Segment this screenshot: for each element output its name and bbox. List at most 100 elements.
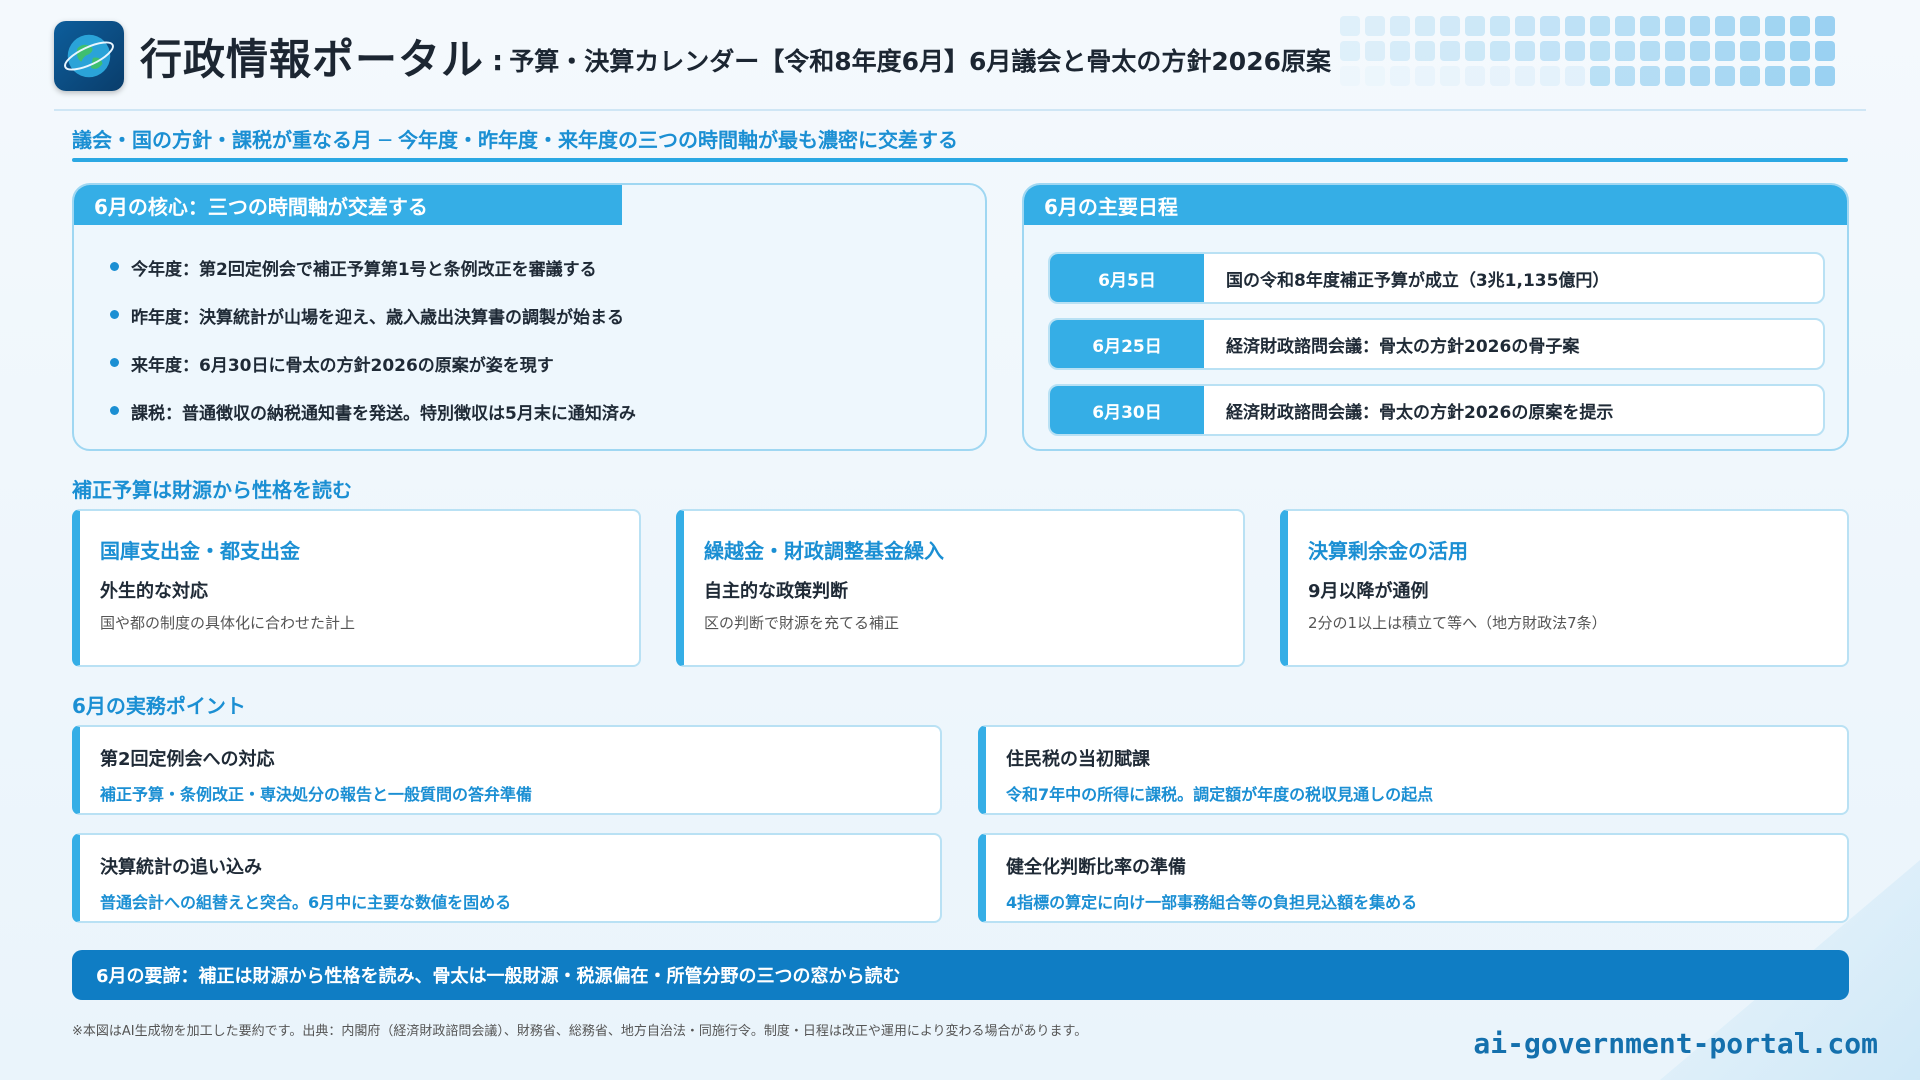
decorative-tile [1365, 66, 1385, 86]
card-note: 国や都の制度の具体化に合わせた計上 [100, 614, 356, 632]
page-title: 行政情報ポータル [140, 34, 485, 84]
decorative-tile [1490, 66, 1510, 86]
decorative-tile [1690, 41, 1710, 61]
card-title: 決算統計の追い込み [100, 857, 262, 878]
card-note: 区の判断で財源を充てる補正 [704, 614, 900, 632]
decorative-tile [1790, 16, 1810, 36]
card-note: 普通会計への組替えと突合。6月中に主要な数値を固める [100, 893, 512, 912]
decorative-tile [1340, 16, 1360, 36]
schedule-row: 6月5日 国の令和8年度補正予算が成立（3兆1,135億円） [1048, 252, 1825, 304]
decorative-tile [1690, 66, 1710, 86]
decorative-tile [1615, 16, 1635, 36]
decorative-tile [1415, 41, 1435, 61]
decorative-tile [1565, 41, 1585, 61]
decorative-tile [1390, 16, 1410, 36]
decorative-tile [1815, 16, 1835, 36]
bullet-icon [110, 310, 119, 319]
card-subtitle: 9月以降が通例 [1308, 581, 1429, 602]
card-title: 決算剰余金の活用 [1308, 539, 1468, 563]
bullet-icon [110, 406, 119, 415]
decorative-tile [1515, 16, 1535, 36]
card-note: 4指標の算定に向け一部事務組合等の負担見込額を集める [1006, 893, 1418, 912]
decorative-tile [1665, 41, 1685, 61]
card-note: 2分の1以上は積立て等へ（地方財政法7条） [1308, 614, 1607, 632]
decorative-tile [1715, 41, 1735, 61]
list-item: 今年度：第2回定例会で補正予算第1号と条例改正を審議する [110, 255, 636, 303]
core-panel: 6月の核心：三つの時間軸が交差する 今年度：第2回定例会で補正予算第1号と条例改… [72, 183, 987, 451]
schedule-date: 6月30日 [1050, 386, 1204, 434]
decorative-tile [1740, 66, 1760, 86]
core-panel-heading: 6月の核心：三つの時間軸が交差する [74, 185, 622, 225]
decorative-tile [1540, 16, 1560, 36]
decorative-tile [1340, 41, 1360, 61]
schedule-date: 6月5日 [1050, 254, 1204, 302]
decorative-tile [1715, 16, 1735, 36]
funding-card: 国庫支出金・都支出金 外生的な対応 国や都の制度の具体化に合わせた計上 [72, 509, 641, 667]
decorative-tile [1640, 16, 1660, 36]
header-divider [54, 109, 1866, 111]
tagline-divider [72, 158, 1848, 162]
card-note: 補正予算・条例改正・専決処分の報告と一般質問の答弁準備 [100, 785, 533, 804]
schedule-row: 6月25日 経済財政諮問会議：骨太の方針2026の骨子案 [1048, 318, 1825, 370]
decorative-tile [1615, 41, 1635, 61]
schedule-row: 6月30日 経済財政諮問会議：骨太の方針2026の原案を提示 [1048, 384, 1825, 436]
decorative-tile [1690, 16, 1710, 36]
card-subtitle: 外生的な対応 [100, 581, 208, 602]
summary-banner: 6月の要諦：補正は財源から性格を読み、骨太は一般財源・税源偏在・所管分野の三つの… [72, 950, 1849, 1000]
decorative-tile [1590, 16, 1610, 36]
decorative-tile [1640, 41, 1660, 61]
decorative-tile [1340, 66, 1360, 86]
decorative-tile [1440, 41, 1460, 61]
bullet-icon [110, 358, 119, 367]
list-item: 課税：普通徴収の納税通知書を発送。特別徴収は5月末に通知済み [110, 399, 636, 447]
decorative-tile [1490, 41, 1510, 61]
decorative-tile [1390, 41, 1410, 61]
card-note: 令和7年中の所得に課税。調定額が年度の税収見通しの起点 [1006, 785, 1434, 804]
practice-heading: 6月の実務ポイント [72, 694, 246, 718]
funding-card: 繰越金・財政調整基金繰入 自主的な政策判断 区の判断で財源を充てる補正 [676, 509, 1245, 667]
list-item: 来年度：6月30日に骨太の方針2026の原案が姿を現す [110, 351, 636, 399]
decorative-tile [1740, 41, 1760, 61]
card-subtitle: 自主的な政策判断 [704, 581, 848, 602]
decorative-tile [1440, 16, 1460, 36]
footnote: ※本図はAI生成物を加工した要約です。出典：内閣府（経済財政諮問会議）、財務省、… [72, 1024, 1088, 1039]
card-title: 繰越金・財政調整基金繰入 [704, 539, 944, 563]
schedule-panel-heading: 6月の主要日程 [1024, 185, 1847, 225]
decorative-tile [1765, 16, 1785, 36]
page-subtitle: 予算・決算カレンダー【令和8年度6月】6月議会と骨太の方針2026原案 [509, 47, 1331, 76]
decorative-tile [1515, 41, 1535, 61]
practice-card: 決算統計の追い込み 普通会計への組替えと突合。6月中に主要な数値を固める [72, 833, 942, 923]
decorative-tile [1540, 41, 1560, 61]
decorative-tile [1790, 41, 1810, 61]
decorative-tile [1815, 66, 1835, 86]
decorative-tile [1815, 41, 1835, 61]
decorative-tile [1565, 16, 1585, 36]
schedule-text: 国の令和8年度補正予算が成立（3兆1,135億円） [1226, 270, 1610, 291]
decorative-tile [1390, 66, 1410, 86]
decorative-tile [1465, 16, 1485, 36]
card-title: 健全化判断比率の準備 [1006, 857, 1186, 878]
practice-card: 住民税の当初賦課 令和7年中の所得に課税。調定額が年度の税収見通しの起点 [978, 725, 1849, 815]
card-title: 第2回定例会への対応 [100, 749, 275, 770]
decorative-tile [1490, 16, 1510, 36]
decorative-tile [1665, 16, 1685, 36]
card-title: 国庫支出金・都支出金 [100, 539, 300, 563]
funding-card: 決算剰余金の活用 9月以降が通例 2分の1以上は積立て等へ（地方財政法7条） [1280, 509, 1849, 667]
globe-icon [54, 21, 124, 91]
practice-card: 第2回定例会への対応 補正予算・条例改正・専決処分の報告と一般質問の答弁準備 [72, 725, 942, 815]
list-item: 昨年度：決算統計が山場を迎え、歳入歳出決算書の調製が始まる [110, 303, 636, 351]
schedule-text: 経済財政諮問会議：骨太の方針2026の原案を提示 [1226, 402, 1614, 423]
schedule-text: 経済財政諮問会議：骨太の方針2026の骨子案 [1226, 336, 1580, 357]
card-title: 住民税の当初賦課 [1006, 749, 1150, 770]
decorative-tile [1765, 66, 1785, 86]
schedule-date: 6月25日 [1050, 320, 1204, 368]
schedule-panel: 6月の主要日程 6月5日 国の令和8年度補正予算が成立（3兆1,135億円） 6… [1022, 183, 1849, 451]
decorative-tile [1640, 66, 1660, 86]
practice-card: 健全化判断比率の準備 4指標の算定に向け一部事務組合等の負担見込額を集める [978, 833, 1849, 923]
site-url[interactable]: ai-government-portal.com [1473, 1027, 1878, 1060]
tagline: 議会・国の方針・課税が重なる月 ─ 今年度・昨年度・来年度の三つの時間軸が最も濃… [72, 128, 958, 152]
decorative-tile [1365, 41, 1385, 61]
decorative-tile [1590, 66, 1610, 86]
decorative-tile-pattern [1340, 16, 1860, 90]
decorative-tile [1515, 66, 1535, 86]
